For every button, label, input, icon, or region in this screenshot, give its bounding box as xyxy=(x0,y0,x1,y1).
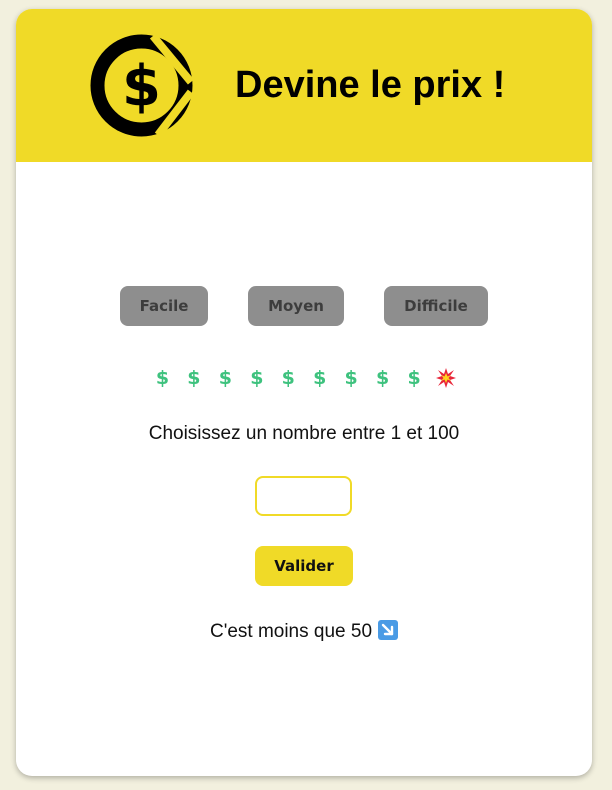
guess-input[interactable] xyxy=(255,476,352,516)
medium-button[interactable]: Moyen xyxy=(248,286,344,326)
easy-button[interactable]: Facile xyxy=(120,286,208,326)
down-right-arrow-icon xyxy=(378,620,399,640)
submit-button[interactable]: Valider xyxy=(255,546,353,586)
game-prompt: Choisissez un nombre entre 1 et 100 xyxy=(148,423,460,444)
dollar-icon: $ xyxy=(281,367,295,389)
dollar-icon: $ xyxy=(218,367,232,389)
dollar-icon: $ xyxy=(407,367,421,389)
header: $ Devine le prix ! xyxy=(16,9,592,162)
collision-icon xyxy=(432,367,459,389)
dollar-icon: $ xyxy=(250,367,264,389)
dollar-icon: $ xyxy=(344,367,358,389)
dollar-icon: $ xyxy=(376,367,390,389)
game-card: $ Devine le prix ! Facile Moyen Difficil… xyxy=(16,9,592,776)
dollar-coin-icon: $ xyxy=(90,33,195,138)
dollar-icon: $ xyxy=(155,367,170,389)
hard-button[interactable]: Difficile xyxy=(384,286,488,326)
dollar-icon: $ xyxy=(313,367,327,389)
lives-indicator: $ $ $ $ $ $ $ $ $ xyxy=(16,367,592,393)
feedback-message: C'est moins que 50 xyxy=(16,620,592,643)
feedback-text: C'est moins que 50 xyxy=(209,621,373,642)
svg-text:$: $ xyxy=(122,54,161,119)
page-title: Devine le prix ! xyxy=(235,64,506,106)
dollar-icon: $ xyxy=(187,367,201,389)
